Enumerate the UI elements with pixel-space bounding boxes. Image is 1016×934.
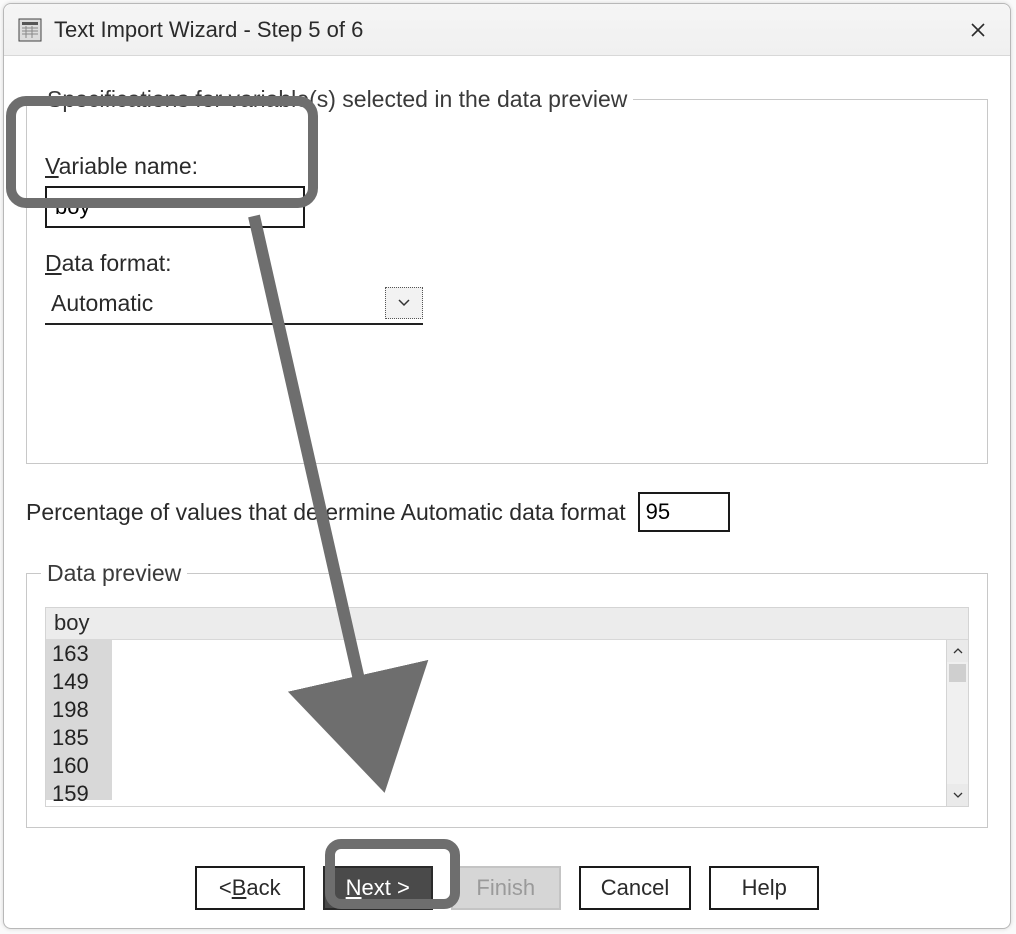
table-row[interactable]: 185 [46, 724, 112, 752]
data-format-value: Automatic [45, 290, 385, 317]
percentage-label: Percentage of values that determine Auto… [26, 499, 626, 526]
preview-rows: 163 149 198 185 160 159 [46, 640, 112, 800]
percentage-row: Percentage of values that determine Auto… [26, 492, 988, 532]
window-title: Text Import Wizard - Step 5 of 6 [54, 17, 960, 43]
table-row[interactable]: 160 [46, 752, 112, 780]
table-row[interactable]: 149 [46, 668, 112, 696]
data-format-combo[interactable]: Automatic [45, 283, 423, 325]
app-icon [18, 18, 42, 42]
content-area: Specifications for variable(s) selected … [4, 56, 1010, 928]
table-row[interactable]: 163 [46, 640, 112, 668]
scroll-down-icon[interactable] [947, 784, 968, 806]
wizard-window: Text Import Wizard - Step 5 of 6 Specifi… [3, 3, 1011, 929]
help-button[interactable]: Help [709, 866, 819, 910]
specifications-legend: Specifications for variable(s) selected … [41, 86, 633, 113]
vertical-scrollbar[interactable] [946, 640, 968, 806]
variable-name-input[interactable] [45, 186, 305, 228]
table-row[interactable]: 159 [46, 780, 112, 800]
finish-button: Finish [451, 866, 561, 910]
cancel-button[interactable]: Cancel [579, 866, 691, 910]
data-preview-area: boy 163 149 198 185 160 159 [45, 607, 969, 807]
data-preview-group: Data preview boy 163 149 198 185 160 159 [26, 560, 988, 828]
next-button[interactable]: Next > [323, 866, 433, 910]
variable-name-label: Variable name: [45, 153, 969, 180]
back-button[interactable]: < Back [195, 866, 305, 910]
specifications-group: Specifications for variable(s) selected … [26, 86, 988, 464]
titlebar: Text Import Wizard - Step 5 of 6 [4, 4, 1010, 56]
data-preview-legend: Data preview [41, 560, 187, 587]
chevron-down-icon[interactable] [385, 287, 423, 319]
close-button[interactable] [960, 12, 996, 48]
button-row: < Back Next > Finish Cancel Help [26, 856, 988, 916]
preview-column-header[interactable]: boy [46, 608, 968, 640]
table-row[interactable]: 198 [46, 696, 112, 724]
scroll-up-icon[interactable] [947, 640, 968, 662]
scroll-thumb[interactable] [949, 664, 966, 682]
data-format-label: Data format: [45, 250, 969, 277]
percentage-input[interactable] [638, 492, 730, 532]
